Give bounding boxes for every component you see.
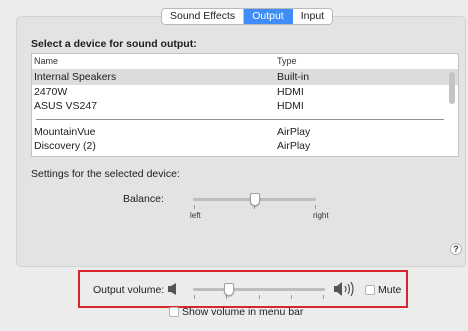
device-table[interactable]: Name Type Internal Speakers Built-in 247… <box>31 53 459 157</box>
balance-right-label: right <box>313 211 329 220</box>
device-name: Discovery (2) <box>34 140 96 152</box>
speaker-low-icon <box>168 283 176 295</box>
balance-tick <box>194 205 195 209</box>
balance-label: Balance: <box>123 193 164 205</box>
device-type: Built-in <box>277 71 310 83</box>
mute-label: Mute <box>378 284 402 296</box>
column-header-type[interactable]: Type <box>277 56 297 66</box>
show-volume-label: Show volume in menu bar <box>182 306 304 318</box>
device-heading: Select a device for sound output: <box>31 38 197 50</box>
settings-heading: Settings for the selected device: <box>31 168 180 180</box>
device-type: AirPlay <box>277 125 311 138</box>
balance-tick <box>315 205 316 209</box>
output-volume-label: Output volume: <box>93 284 165 296</box>
table-row[interactable]: ASUS VS247 HDMI <box>32 99 458 114</box>
table-row[interactable]: Discovery (2) AirPlay <box>32 139 458 154</box>
table-row[interactable]: Internal Speakers Built-in <box>32 70 458 85</box>
volume-slider-knob[interactable] <box>223 283 234 296</box>
speaker-high-icon <box>334 281 354 297</box>
volume-tick <box>259 295 260 299</box>
table-row[interactable]: MountainVue AirPlay <box>32 125 458 140</box>
volume-tick <box>323 295 324 299</box>
table-row[interactable]: 2470W HDMI <box>32 85 458 100</box>
device-name: 2470W <box>34 85 68 98</box>
device-name: MountainVue <box>34 125 96 138</box>
device-type: HDMI <box>277 100 304 112</box>
volume-tick <box>194 295 195 299</box>
mute-checkbox[interactable] <box>365 285 375 295</box>
help-icon[interactable]: ? <box>450 243 462 255</box>
tab-input[interactable]: Input <box>293 9 332 24</box>
device-type: AirPlay <box>277 140 311 152</box>
volume-tick <box>291 295 292 299</box>
tab-output[interactable]: Output <box>244 9 293 24</box>
device-name: Internal Speakers <box>34 71 117 83</box>
balance-left-label: left <box>190 211 201 220</box>
show-volume-checkbox[interactable] <box>169 307 179 317</box>
volume-slider-track[interactable] <box>193 288 325 291</box>
tab-bar: Sound Effects Output Input <box>161 8 334 25</box>
table-header: Name Type <box>32 54 458 70</box>
device-name: ASUS VS247 <box>34 100 98 112</box>
column-header-name[interactable]: Name <box>34 56 58 66</box>
balance-slider-knob[interactable] <box>249 193 260 206</box>
tab-sound-effects[interactable]: Sound Effects <box>162 9 245 24</box>
table-scrollbar[interactable] <box>449 72 455 104</box>
row-separator <box>36 118 444 120</box>
device-type: HDMI <box>277 85 304 98</box>
